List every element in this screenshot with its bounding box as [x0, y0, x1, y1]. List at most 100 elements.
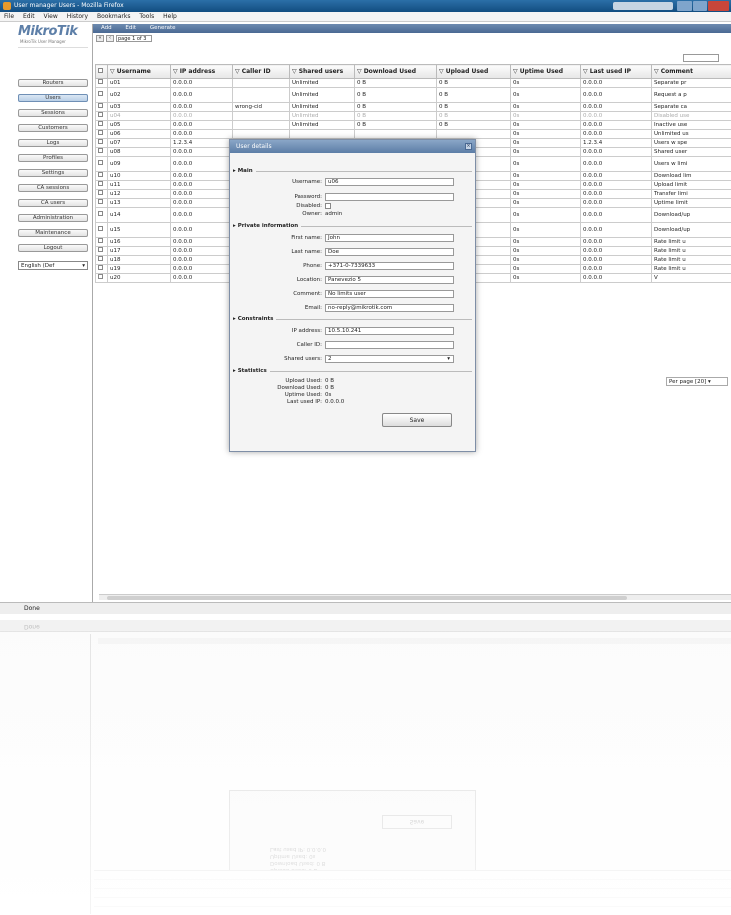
menu-edit[interactable]: Edit — [23, 13, 35, 20]
row-checkbox[interactable] — [95, 255, 108, 265]
language-select[interactable]: English (Def ▾ — [18, 261, 88, 270]
table-row[interactable]: u05 0.0.0.0 Unlimited 0 B0 B 0s 0.0.0.0 Inacti… — [95, 120, 731, 130]
upload-value: 0 B — [325, 378, 335, 384]
phone-field[interactable]: +371-0-7339633 — [325, 262, 454, 270]
sidebar-item-administration[interactable]: Administration — [18, 214, 88, 222]
row-checkbox[interactable] — [95, 207, 108, 223]
comment-field[interactable]: No limits user — [325, 290, 454, 298]
lastip-label: Last used IP: — [287, 399, 322, 405]
table-cell: u20 — [107, 273, 171, 283]
constraints-legend[interactable]: ▸ Constraints — [233, 316, 277, 322]
generate-button[interactable]: Generate — [150, 25, 176, 31]
row-checkbox[interactable] — [95, 171, 108, 181]
save-button[interactable]: Save — [382, 413, 452, 427]
row-checkbox[interactable] — [95, 273, 108, 283]
row-checkbox[interactable] — [95, 198, 108, 208]
sidebar-item-customers[interactable]: Customers — [18, 124, 88, 132]
sidebar-item-users[interactable]: Users — [18, 94, 88, 102]
sidebar-item-ca-sessions[interactable]: CA sessions — [18, 184, 88, 192]
column-download-used[interactable]: ▽ Download Used — [354, 64, 437, 79]
table-cell: Rate limit u — [651, 264, 731, 274]
location-field[interactable]: Panevezio 5 — [325, 276, 454, 284]
table-cell: 0.0.0.0 — [170, 111, 233, 121]
lastname-field[interactable]: Doe — [325, 248, 454, 256]
shared-label: Shared users: — [284, 356, 322, 362]
sidebar-item-ca-users[interactable]: CA users — [18, 199, 88, 207]
row-checkbox[interactable] — [95, 111, 108, 121]
column-shared-users[interactable]: ▽ Shared users — [289, 64, 355, 79]
sidebar-item-logs[interactable]: Logs — [18, 139, 88, 147]
sidebar-item-routers[interactable]: Routers — [18, 79, 88, 87]
row-checkbox[interactable] — [95, 102, 108, 112]
disabled-checkbox[interactable] — [325, 203, 331, 209]
row-checkbox[interactable] — [95, 87, 108, 103]
table-cell: 0.0.0.0 — [580, 147, 652, 157]
horizontal-scrollbar[interactable] — [99, 594, 731, 600]
main-legend[interactable]: ▸ Main — [233, 168, 256, 174]
table-row[interactable]: u02 0.0.0.0 Unlimited 0 B0 B 0s 0.0.0.0 Reques… — [95, 87, 731, 103]
private-legend[interactable]: ▸ Private information — [233, 223, 302, 229]
row-checkbox[interactable] — [95, 78, 108, 88]
row-checkbox[interactable] — [95, 222, 108, 238]
table-cell: 0s — [510, 255, 581, 265]
window-search-box[interactable] — [613, 2, 673, 10]
sidebar-item-maintenance[interactable]: Maintenance — [18, 229, 88, 237]
page-indicator[interactable]: page 1 of 3 — [116, 35, 152, 42]
add-button[interactable]: Add — [101, 25, 112, 31]
table-cell: u14 — [107, 207, 171, 223]
column-uptime-used[interactable]: ▽ Uptime Used — [510, 64, 581, 79]
password-field[interactable] — [325, 193, 454, 201]
row-checkbox[interactable] — [95, 189, 108, 199]
menu-view[interactable]: View — [44, 13, 58, 20]
minimize-button[interactable] — [677, 1, 692, 11]
scrollbar-thumb[interactable] — [107, 596, 627, 600]
row-checkbox[interactable] — [95, 180, 108, 190]
row-checkbox[interactable] — [95, 156, 108, 172]
menu-history[interactable]: History — [67, 13, 88, 20]
table-cell: 0.0.0.0 — [170, 222, 233, 238]
close-icon[interactable]: × — [465, 143, 472, 150]
close-window-button[interactable] — [708, 1, 729, 11]
menu-bookmarks[interactable]: Bookmarks — [97, 13, 131, 20]
column-ip-address[interactable]: ▽ IP address — [170, 64, 233, 79]
maximize-button[interactable] — [692, 1, 708, 11]
row-checkbox[interactable] — [95, 246, 108, 256]
menu-help[interactable]: Help — [163, 13, 177, 20]
sidebar-item-logout[interactable]: Logout — [18, 244, 88, 252]
sidebar-item-settings[interactable]: Settings — [18, 169, 88, 177]
table-cell: 0 B — [436, 111, 511, 121]
username-field[interactable]: u06 — [325, 178, 454, 186]
select-all-checkbox[interactable] — [95, 64, 108, 79]
edit-button[interactable]: Edit — [125, 25, 136, 31]
row-checkbox[interactable] — [95, 129, 108, 139]
row-checkbox[interactable] — [95, 120, 108, 130]
per-page-select[interactable]: Per page [20] ▾ — [666, 377, 728, 386]
table-header: ▽ Username ▽ IP address ▽ Caller ID ▽ Sh… — [95, 64, 731, 79]
row-checkbox[interactable] — [95, 138, 108, 148]
firstname-field[interactable]: John — [325, 234, 454, 242]
column-username[interactable]: ▽ Username — [107, 64, 171, 79]
sidebar-item-profiles[interactable]: Profiles — [18, 154, 88, 162]
row-checkbox[interactable] — [95, 264, 108, 274]
email-field[interactable]: no-reply@mikrotik.com — [325, 304, 454, 312]
row-checkbox[interactable] — [95, 147, 108, 157]
row-checkbox[interactable] — [95, 237, 108, 247]
shared-users-select[interactable]: 2 ▾ — [325, 355, 454, 363]
table-row[interactable]: u03 0.0.0.0 wrong-cid Unlimited 0 B0 B 0s 0.0.… — [95, 102, 731, 112]
statistics-legend[interactable]: ▸ Statistics — [233, 368, 270, 374]
filter-input[interactable] — [683, 54, 719, 62]
sidebar-item-sessions[interactable]: Sessions — [18, 109, 88, 117]
menu-file[interactable]: File — [4, 13, 14, 20]
ip-field[interactable]: 10.5.10.241 — [325, 327, 454, 335]
table-row[interactable]: u06 0.0.0.0 0s 0.0.0.0 Unlimited us — [95, 129, 731, 139]
column-last-used-ip[interactable]: ▽ Last used IP — [580, 64, 652, 79]
prev-page-button[interactable]: ‹ — [106, 35, 114, 42]
menu-tools[interactable]: Tools — [139, 13, 154, 20]
table-row[interactable]: u04 0.0.0.0 Unlimited 0 B0 B 0s 0.0.0.0 Disabl… — [95, 111, 731, 121]
column-caller-id[interactable]: ▽ Caller ID — [232, 64, 290, 79]
column-upload-used[interactable]: ▽ Upload Used — [436, 64, 511, 79]
first-page-button[interactable]: « — [96, 35, 104, 42]
column-comment[interactable]: ▽ Comment — [651, 64, 731, 79]
callerid-field[interactable] — [325, 341, 454, 349]
table-row[interactable]: u01 0.0.0.0 Unlimited 0 B0 B 0s 0.0.0.0 Separa… — [95, 78, 731, 88]
